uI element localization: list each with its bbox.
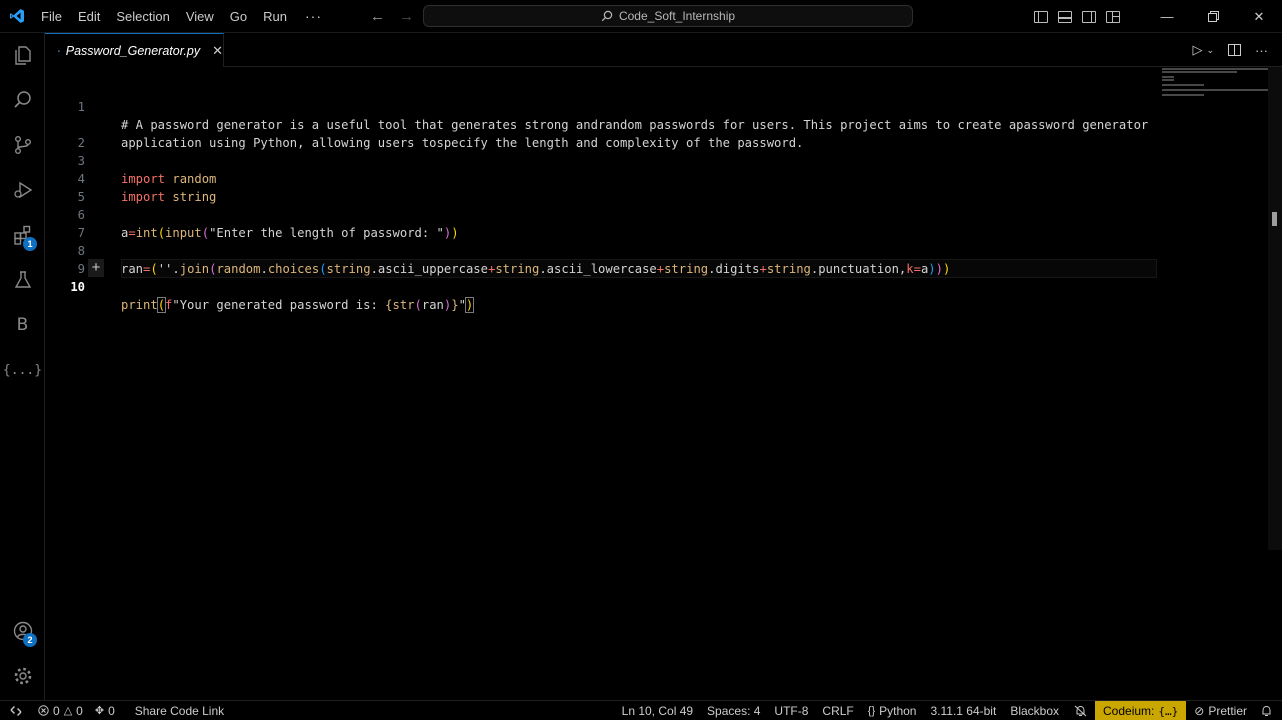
code-line: 10 print(f"Your generated password is: {… (45, 260, 1155, 313)
source-control-icon[interactable] (0, 123, 45, 167)
notifications-bell-off-icon[interactable] (1066, 701, 1095, 720)
error-icon (38, 705, 49, 716)
code-line: 9 (45, 242, 1155, 276)
forward-arrow-icon[interactable]: → (399, 8, 414, 25)
toggle-primary-sidebar-icon[interactable] (1034, 10, 1048, 23)
blackbox-icon[interactable]: B (0, 303, 45, 347)
menu-file[interactable]: File (33, 0, 70, 33)
remote-window-icon[interactable] (0, 701, 32, 720)
code-line: 4 import string (45, 152, 1155, 204)
blackbox-status[interactable]: Blackbox (1003, 701, 1066, 720)
code-line: 1 # A password generator is a useful too… (45, 80, 1155, 132)
code-line: application using Python, allowing users… (45, 98, 1155, 150)
menu-selection[interactable]: Selection (108, 0, 177, 33)
prettier-label: Prettier (1208, 704, 1247, 718)
explorer-icon[interactable] (0, 33, 45, 77)
search-view-icon[interactable] (0, 78, 45, 122)
status-bar-right: Ln 10, Col 49 Spaces: 4 UTF-8 CRLF {} Py… (615, 701, 1282, 720)
code-line: 3 import random (45, 134, 1155, 186)
end-of-line[interactable]: CRLF (815, 701, 860, 720)
activity-bar: 1 B {...} 2 (0, 33, 45, 700)
file-encoding[interactable]: UTF-8 (767, 701, 815, 720)
menu-more-icon[interactable]: ··· (295, 8, 332, 24)
nav-arrows: ← → (370, 0, 414, 33)
problems-status[interactable]: 0 △ 0 (32, 701, 89, 720)
split-editor-icon[interactable] (1228, 44, 1241, 56)
codeium-label: Codeium: (1103, 704, 1155, 718)
indentation-setting[interactable]: Spaces: 4 (700, 701, 767, 720)
menu-edit[interactable]: Edit (70, 0, 108, 33)
code-line: 7 (45, 206, 1155, 240)
accounts-badge: 2 (23, 633, 37, 647)
customize-layout-icon[interactable] (1106, 10, 1120, 23)
tab-close-icon[interactable]: ✕ (212, 43, 223, 59)
braces-icon: {} (867, 705, 876, 717)
title-bar-controls: — ✕ (1034, 0, 1282, 33)
prettier-status[interactable]: ⊘ Prettier (1186, 701, 1255, 720)
ports-count: 0 (108, 703, 115, 718)
minimap[interactable] (1162, 67, 1272, 107)
accounts-icon[interactable]: 2 (0, 609, 45, 653)
code-line: 6 a=int(input("Enter the length of passw… (45, 188, 1155, 240)
error-count: 0 (53, 703, 60, 718)
warning-icon: △ (63, 705, 73, 717)
close-window-icon[interactable]: ✕ (1236, 0, 1282, 33)
extensions-icon[interactable]: 1 (0, 213, 45, 257)
command-center-search[interactable]: Code_Soft_Internship (423, 5, 913, 27)
share-code-link[interactable]: Share Code Link (129, 701, 230, 720)
editor-tab-bar: Password_Generator.py ✕ ▷ ⌄ ··· (45, 33, 1282, 67)
run-dropdown-chevron-icon[interactable]: ⌄ (1206, 45, 1214, 56)
toggle-panel-icon[interactable] (1058, 10, 1072, 23)
search-label: Code_Soft_Internship (618, 9, 736, 23)
extensions-badge: 1 (23, 237, 37, 251)
python-file-icon (58, 49, 60, 52)
run-python-file-icon[interactable]: ▷ (1192, 42, 1202, 58)
active-line-number: 10 (70, 280, 85, 294)
prettier-disabled-icon: ⊘ (1194, 704, 1205, 718)
line-code: print(f"Your generated password is: {str… (121, 297, 475, 313)
restore-icon[interactable] (1190, 0, 1236, 33)
codeium-braces-icon: {…} (1158, 704, 1179, 718)
codeium-status[interactable]: Codeium: {…} (1095, 701, 1187, 720)
toggle-secondary-sidebar-icon[interactable] (1082, 10, 1096, 23)
testing-flask-icon[interactable] (0, 258, 45, 302)
menu-view[interactable]: View (178, 0, 222, 33)
ports-status[interactable]: ✥ 0 (89, 701, 121, 720)
menu-bar: File Edit Selection View Go Run ··· (33, 0, 332, 33)
vscode-logo-icon (0, 0, 33, 33)
vertical-scrollbar[interactable] (1268, 67, 1282, 550)
more-actions-icon[interactable]: ··· (1255, 43, 1268, 58)
add-comment-plus-icon[interactable]: + (88, 259, 104, 277)
menu-go[interactable]: Go (222, 0, 255, 33)
scrollbar-cursor-marker (1272, 212, 1277, 226)
json-braces-icon[interactable]: {...} (0, 348, 45, 392)
minimize-icon[interactable]: — (1144, 0, 1190, 33)
menu-run[interactable]: Run (255, 0, 295, 33)
cursor-position[interactable]: Ln 10, Col 49 (615, 701, 700, 720)
title-bar: File Edit Selection View Go Run ··· ← → … (0, 0, 1282, 33)
ports-antenna-icon: ✥ (94, 705, 105, 717)
tab-label: Password_Generator.py (65, 43, 201, 58)
manage-gear-icon[interactable] (0, 654, 45, 698)
code-editor[interactable]: 1 # A password generator is a useful too… (45, 67, 1282, 700)
code-line: 2 (45, 116, 1155, 150)
notifications-bell-icon[interactable] (1255, 701, 1282, 720)
code-line: 8 ran=(''.join(random.choices(string.asc… (45, 224, 1155, 276)
run-debug-icon[interactable] (0, 168, 45, 212)
back-arrow-icon[interactable]: ← (370, 8, 385, 25)
language-mode[interactable]: {} Python (861, 701, 924, 720)
code-line: 5 (45, 170, 1155, 204)
search-icon (601, 10, 613, 22)
warning-count: 0 (76, 703, 83, 718)
editor-actions: ▷ ⌄ ··· (1192, 33, 1268, 67)
tab-password-generator[interactable]: Password_Generator.py ✕ (45, 33, 224, 67)
python-interpreter[interactable]: 3.11.1 64-bit (923, 701, 1003, 720)
language-label: Python (879, 704, 917, 718)
status-bar: 0 △ 0 ✥ 0 Share Code Link Ln 10, Col 49 … (0, 700, 1282, 720)
